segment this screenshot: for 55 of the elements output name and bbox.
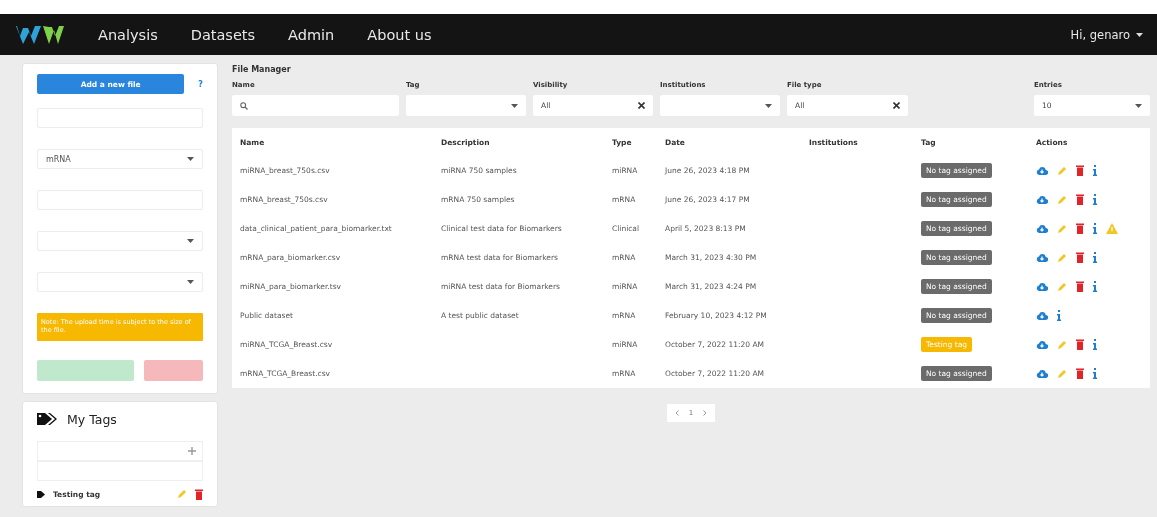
tag-icon (37, 490, 45, 498)
trash-icon[interactable] (195, 488, 203, 500)
select-field[interactable] (406, 95, 526, 116)
cloud-download-icon[interactable] (1036, 165, 1048, 176)
info-icon[interactable] (1093, 194, 1097, 205)
trash-icon[interactable] (1076, 368, 1084, 379)
chevron-left-icon[interactable] (674, 410, 679, 416)
info-icon[interactable] (1093, 165, 1097, 176)
trash-icon[interactable] (1076, 339, 1084, 350)
nav-link[interactable]: Datasets (190, 26, 256, 43)
caret-icon (187, 157, 194, 161)
user-menu[interactable]: Hi, genaro (1070, 27, 1143, 42)
search-field[interactable] (232, 95, 399, 116)
page-title: File Manager (232, 65, 292, 74)
select-field[interactable] (660, 95, 780, 116)
trash-icon[interactable] (1076, 252, 1084, 263)
caret-icon (765, 103, 772, 108)
nav-link[interactable]: Analysis (98, 26, 158, 43)
select-field[interactable]: mRNA (37, 149, 203, 169)
select-field[interactable] (37, 272, 203, 292)
cloud-download-icon[interactable] (1036, 368, 1048, 379)
cloud-download-icon[interactable] (1036, 252, 1048, 263)
cloud-download-icon[interactable] (1036, 310, 1048, 321)
nav-link[interactable]: Admin (288, 26, 335, 43)
cloud-download-icon[interactable] (1036, 194, 1048, 205)
nav-link[interactable]: About us (367, 26, 432, 43)
cloud-download-icon[interactable] (1036, 339, 1048, 350)
trash-icon[interactable] (1076, 165, 1084, 176)
caret-icon (1135, 103, 1142, 108)
info-icon[interactable] (1093, 252, 1097, 263)
info-icon[interactable] (1057, 310, 1061, 321)
tag-name-field[interactable] (37, 440, 203, 461)
chevron-right-icon[interactable] (703, 410, 708, 416)
panel-title: My Tags (67, 411, 117, 427)
caret-icon (1136, 32, 1143, 37)
info-icon[interactable] (1093, 223, 1097, 234)
trash-icon[interactable] (1076, 223, 1084, 234)
select-field[interactable] (37, 231, 203, 251)
cloud-download-icon[interactable] (1036, 281, 1048, 292)
search-icon (240, 101, 248, 110)
help-link[interactable]: ? (198, 79, 203, 89)
tags-icon (37, 412, 59, 427)
clear-icon[interactable] (638, 102, 645, 109)
info-icon[interactable] (1093, 339, 1097, 350)
caret-icon (187, 280, 194, 284)
clear-icon[interactable] (893, 102, 900, 109)
plus-icon[interactable] (188, 446, 196, 455)
trash-icon[interactable] (1076, 281, 1084, 292)
trash-icon[interactable] (1076, 194, 1084, 205)
caret-icon (187, 239, 194, 243)
logo-icon[interactable] (16, 23, 64, 46)
caret-icon (511, 103, 518, 108)
info-icon[interactable] (1093, 368, 1097, 379)
cloud-download-icon[interactable] (1036, 223, 1048, 234)
info-icon[interactable] (1093, 281, 1097, 292)
